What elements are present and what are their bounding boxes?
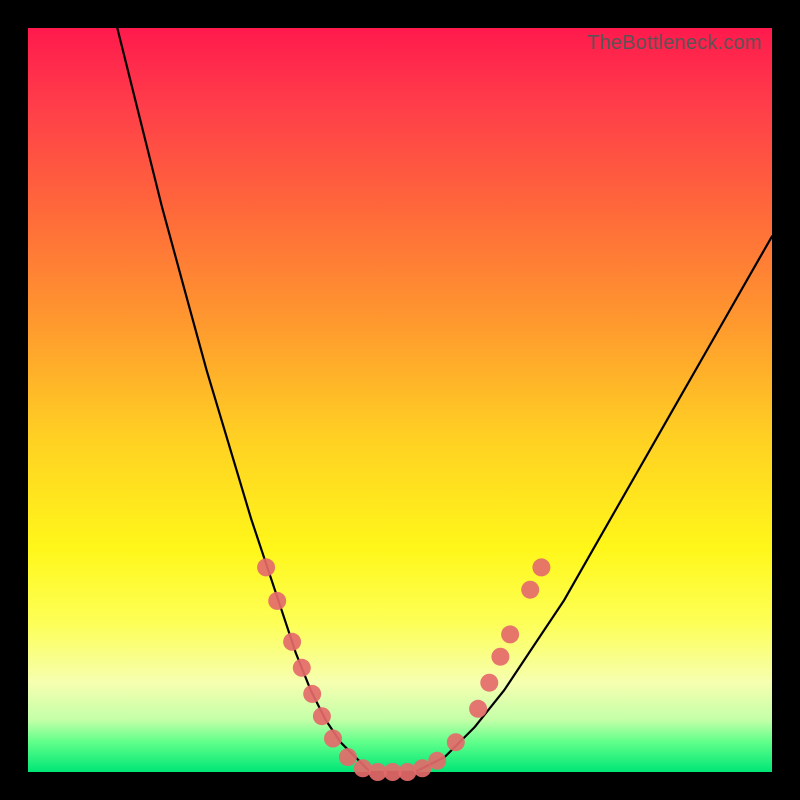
- marker-dots: [257, 558, 550, 781]
- plot-area: TheBottleneck.com: [28, 28, 772, 772]
- chart-svg: [28, 28, 772, 772]
- chart-frame: TheBottleneck.com: [0, 0, 800, 800]
- curve-line: [117, 28, 772, 772]
